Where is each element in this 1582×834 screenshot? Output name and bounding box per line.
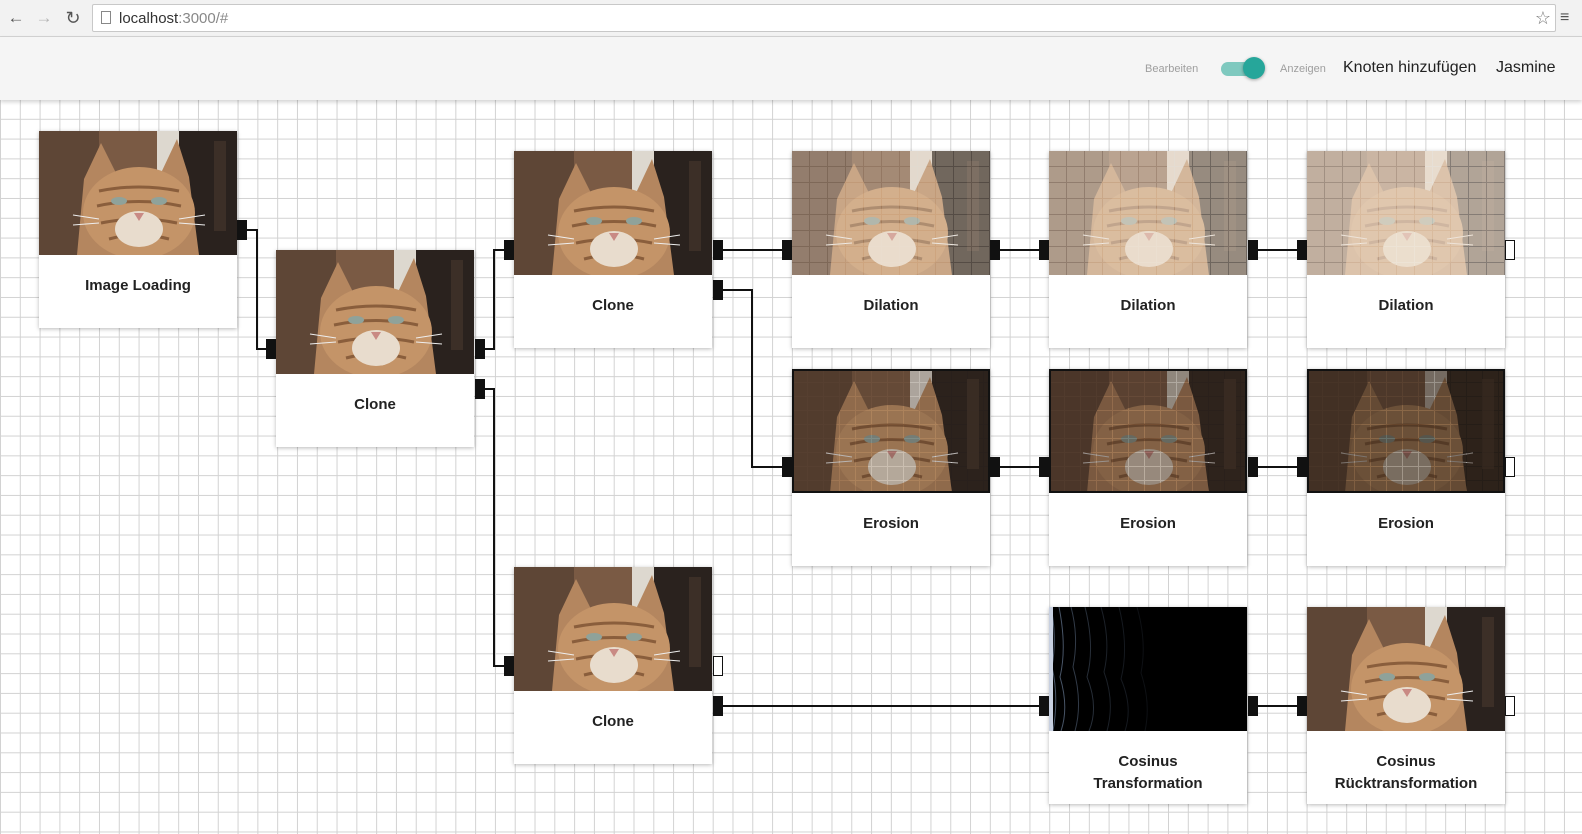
url-text[interactable]: localhost:3000/# bbox=[119, 10, 228, 27]
input-port[interactable] bbox=[504, 240, 514, 260]
node-cosinus-ruecktransformation[interactable]: Cosinus Rücktransformation bbox=[1307, 607, 1505, 804]
node-title: Dilation bbox=[1120, 297, 1176, 314]
node-title: Clone bbox=[354, 396, 396, 413]
node-dilation[interactable]: Dilation bbox=[792, 151, 990, 348]
node-title: Cosinus Rücktransformation bbox=[1307, 751, 1505, 795]
node-thumbnail bbox=[1049, 151, 1247, 275]
node-erosion[interactable]: Erosion bbox=[1307, 369, 1505, 566]
node-clone[interactable]: Clone bbox=[514, 567, 712, 764]
node-thumbnail bbox=[1049, 369, 1247, 493]
wire bbox=[485, 388, 504, 667]
output-port[interactable] bbox=[1248, 696, 1258, 716]
node-title: Dilation bbox=[863, 297, 919, 314]
input-port[interactable] bbox=[782, 457, 792, 477]
wire bbox=[485, 249, 504, 350]
node-thumbnail bbox=[1307, 369, 1505, 493]
node-thumbnail bbox=[276, 250, 474, 374]
input-port[interactable] bbox=[1297, 240, 1307, 260]
node-thumbnail bbox=[514, 151, 712, 275]
mode-edit-label: Bearbeiten bbox=[1145, 63, 1199, 75]
output-port[interactable] bbox=[713, 280, 723, 300]
bookmark-star-icon[interactable]: ☆ bbox=[1535, 8, 1551, 29]
input-port[interactable] bbox=[1039, 457, 1049, 477]
output-port[interactable] bbox=[713, 240, 723, 260]
browser-menu-icon[interactable]: ≡ bbox=[1560, 8, 1570, 28]
input-port[interactable] bbox=[1297, 696, 1307, 716]
node-thumbnail bbox=[1049, 607, 1247, 731]
node-clone[interactable]: Clone bbox=[276, 250, 474, 447]
page-icon bbox=[101, 11, 111, 24]
forward-arrow-icon[interactable]: → bbox=[34, 8, 54, 28]
output-port-unconnected[interactable] bbox=[713, 656, 723, 676]
mode-toggle-switch[interactable] bbox=[1221, 57, 1267, 81]
node-title: Dilation bbox=[1378, 297, 1434, 314]
output-port-unconnected[interactable] bbox=[1505, 457, 1515, 477]
node-title-line: Cosinus bbox=[1118, 753, 1178, 770]
toggle-knob[interactable] bbox=[1243, 57, 1265, 79]
node-title: Erosion bbox=[1378, 515, 1434, 532]
node-thumbnail bbox=[514, 567, 712, 691]
back-arrow-icon[interactable]: ← bbox=[6, 8, 26, 28]
wire bbox=[247, 229, 266, 350]
browser-toolbar: ← → ↻ localhost:3000/# ☆ ≡ bbox=[0, 0, 1582, 37]
node-cosinus-transformation[interactable]: Cosinus Transformation bbox=[1049, 607, 1247, 804]
node-title: Erosion bbox=[1120, 515, 1176, 532]
user-menu[interactable]: Jasmine bbox=[1496, 59, 1556, 77]
output-port[interactable] bbox=[475, 339, 485, 359]
output-port[interactable] bbox=[237, 220, 247, 240]
url-path: :3000/# bbox=[178, 10, 229, 27]
node-thumbnail bbox=[39, 131, 237, 255]
node-clone[interactable]: Clone bbox=[514, 151, 712, 348]
url-host: localhost bbox=[119, 10, 179, 27]
add-node-button[interactable]: Knoten hinzufügen bbox=[1343, 59, 1476, 77]
node-title: Clone bbox=[592, 713, 634, 730]
input-port[interactable] bbox=[504, 656, 514, 676]
output-port[interactable] bbox=[990, 240, 1000, 260]
output-port-unconnected[interactable] bbox=[1505, 240, 1515, 260]
node-title-line: Rücktransformation bbox=[1334, 775, 1478, 792]
node-title-line: Cosinus bbox=[1376, 753, 1436, 770]
node-dilation[interactable]: Dilation bbox=[1307, 151, 1505, 348]
reload-icon[interactable]: ↻ bbox=[63, 8, 83, 28]
node-thumbnail bbox=[1307, 607, 1505, 731]
input-port[interactable] bbox=[1039, 240, 1049, 260]
input-port[interactable] bbox=[1039, 696, 1049, 716]
output-port[interactable] bbox=[713, 696, 723, 716]
node-title: Clone bbox=[592, 297, 634, 314]
input-port[interactable] bbox=[1297, 457, 1307, 477]
node-title: Cosinus Transformation bbox=[1049, 751, 1247, 795]
node-graph-canvas[interactable]: Image Loading Clone Clone Dilation Dilat… bbox=[0, 100, 1582, 834]
node-title: Image Loading bbox=[85, 277, 191, 294]
node-erosion[interactable]: Erosion bbox=[1049, 369, 1247, 566]
node-image-loading[interactable]: Image Loading bbox=[39, 131, 237, 328]
address-bar[interactable]: localhost:3000/# ☆ bbox=[92, 4, 1556, 32]
app-header: Bearbeiten Anzeigen Knoten hinzufügen Ja… bbox=[0, 37, 1582, 100]
output-port[interactable] bbox=[990, 457, 1000, 477]
node-erosion[interactable]: Erosion bbox=[792, 369, 990, 566]
input-port[interactable] bbox=[782, 240, 792, 260]
input-port[interactable] bbox=[266, 339, 276, 359]
node-thumbnail bbox=[792, 369, 990, 493]
output-port[interactable] bbox=[475, 379, 485, 399]
node-title-line: Transformation bbox=[1093, 775, 1203, 792]
output-port-unconnected[interactable] bbox=[1505, 696, 1515, 716]
node-title: Erosion bbox=[863, 515, 919, 532]
node-thumbnail bbox=[792, 151, 990, 275]
output-port[interactable] bbox=[1248, 457, 1258, 477]
node-dilation[interactable]: Dilation bbox=[1049, 151, 1247, 348]
output-port[interactable] bbox=[1248, 240, 1258, 260]
node-thumbnail bbox=[1307, 151, 1505, 275]
wire bbox=[723, 289, 782, 468]
mode-view-label: Anzeigen bbox=[1280, 63, 1326, 75]
